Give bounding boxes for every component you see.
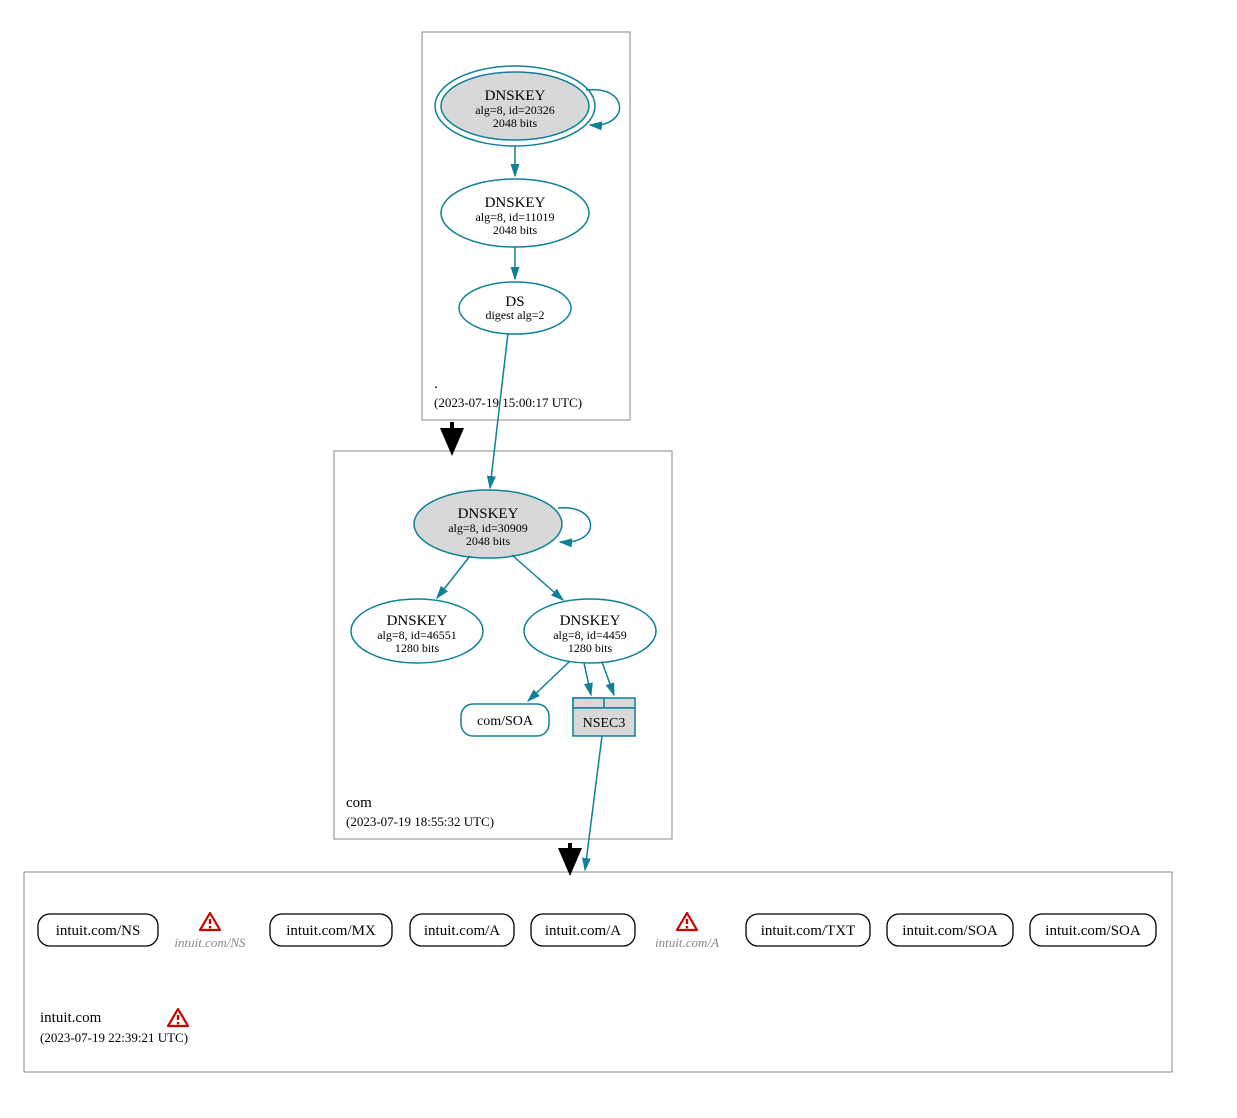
edge-comksk-zsk1 (437, 556, 470, 598)
svg-text:com/SOA: com/SOA (477, 714, 534, 729)
zone-intuit-time: (2023-07-19 22:39:21 UTC) (40, 1030, 188, 1045)
node-com-zsk1[interactable]: DNSKEY alg=8, id=46551 1280 bits (351, 599, 483, 663)
edge-rootds-comksk (490, 333, 508, 488)
svg-text:alg=8, id=46551: alg=8, id=46551 (377, 628, 457, 642)
zone-intuit-name: intuit.com (40, 1010, 102, 1026)
svg-text:intuit.com/SOA: intuit.com/SOA (1045, 923, 1141, 939)
edge-com-ksk-self (558, 508, 591, 542)
zone-com-name: com (346, 795, 372, 811)
record-intuit-mx[interactable]: intuit.com/MX (270, 914, 392, 946)
zone-root-time: (2023-07-19 15:00:17 UTC) (434, 395, 582, 410)
zone-intuit (24, 872, 1172, 1072)
edge-comksk-zsk2 (512, 555, 563, 600)
node-root-zsk[interactable]: DNSKEY alg=8, id=11019 2048 bits (441, 179, 589, 247)
edge-nsec3-intuit (585, 736, 602, 870)
svg-text:1280 bits: 1280 bits (395, 641, 440, 655)
svg-text:intuit.com/TXT: intuit.com/TXT (761, 923, 856, 939)
svg-text:digest alg=2: digest alg=2 (485, 308, 544, 322)
svg-text:DNSKEY: DNSKEY (485, 88, 546, 104)
svg-text:intuit.com/A: intuit.com/A (424, 923, 500, 939)
warning-icon (677, 913, 697, 930)
edge-zsk2-nsec3-1 (584, 663, 591, 695)
svg-text:2048 bits: 2048 bits (466, 534, 511, 548)
zone-root-name: . (434, 376, 438, 392)
svg-text:NSEC3: NSEC3 (583, 716, 626, 731)
svg-text:2048 bits: 2048 bits (493, 116, 538, 130)
record-intuit-ns-2-warning[interactable]: intuit.com/NS (174, 913, 246, 950)
node-com-zsk2[interactable]: DNSKEY alg=8, id=4459 1280 bits (524, 599, 656, 663)
record-intuit-ns-1[interactable]: intuit.com/NS (38, 914, 158, 946)
dnssec-graph: . (2023-07-19 15:00:17 UTC) DNSKEY alg=8… (10, 10, 1237, 1108)
edge-zsk2-nsec3-2 (602, 662, 614, 695)
svg-text:intuit.com/NS: intuit.com/NS (174, 935, 246, 950)
svg-text:intuit.com/A: intuit.com/A (545, 923, 621, 939)
node-com-soa[interactable]: com/SOA (461, 704, 549, 736)
svg-text:intuit.com/NS: intuit.com/NS (56, 923, 141, 939)
node-com-ksk[interactable]: DNSKEY alg=8, id=30909 2048 bits (414, 490, 562, 558)
svg-text:intuit.com/SOA: intuit.com/SOA (902, 923, 998, 939)
svg-text:intuit.com/MX: intuit.com/MX (286, 923, 376, 939)
edge-zsk2-soa (528, 661, 570, 701)
svg-text:DNSKEY: DNSKEY (560, 613, 621, 629)
record-intuit-txt[interactable]: intuit.com/TXT (746, 914, 870, 946)
record-intuit-a-2[interactable]: intuit.com/A (531, 914, 635, 946)
record-intuit-a-3-warning[interactable]: intuit.com/A (655, 913, 719, 950)
svg-text:DNSKEY: DNSKEY (485, 195, 546, 211)
node-nsec3[interactable]: NSEC3 (573, 698, 635, 736)
svg-text:DNSKEY: DNSKEY (387, 613, 448, 629)
svg-text:alg=8, id=20326: alg=8, id=20326 (475, 103, 555, 117)
warning-icon (200, 913, 220, 930)
node-root-ds[interactable]: DS digest alg=2 (459, 282, 571, 334)
svg-text:alg=8, id=4459: alg=8, id=4459 (553, 628, 627, 642)
record-intuit-soa-1[interactable]: intuit.com/SOA (887, 914, 1013, 946)
warning-icon (168, 1009, 188, 1026)
record-intuit-soa-2[interactable]: intuit.com/SOA (1030, 914, 1156, 946)
svg-text:alg=8, id=30909: alg=8, id=30909 (448, 521, 528, 535)
svg-text:intuit.com/A: intuit.com/A (655, 935, 719, 950)
svg-text:DNSKEY: DNSKEY (458, 506, 519, 522)
svg-text:1280 bits: 1280 bits (568, 641, 613, 655)
svg-text:alg=8, id=11019: alg=8, id=11019 (475, 210, 554, 224)
node-root-ksk[interactable]: DNSKEY alg=8, id=20326 2048 bits (435, 66, 595, 146)
svg-text:2048 bits: 2048 bits (493, 223, 538, 237)
record-intuit-a-1[interactable]: intuit.com/A (410, 914, 514, 946)
zone-com-time: (2023-07-19 18:55:32 UTC) (346, 814, 494, 829)
